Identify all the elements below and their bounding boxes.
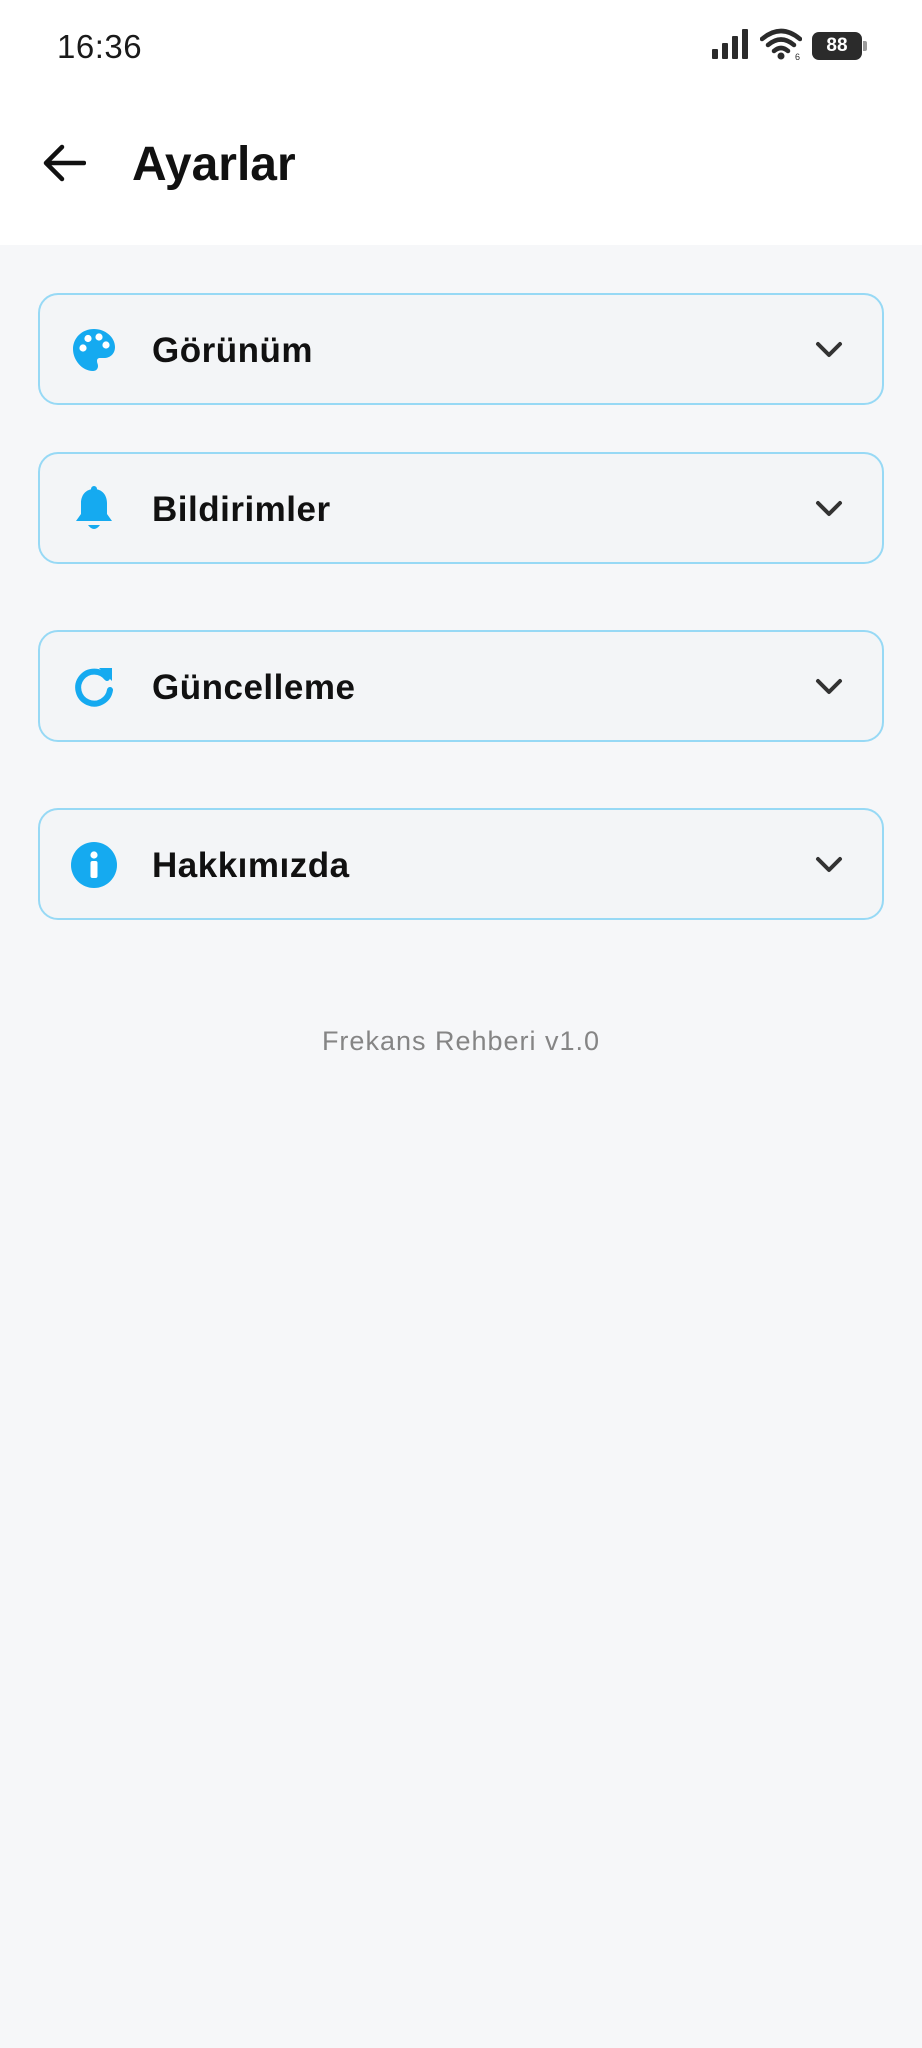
section-label: Görünüm bbox=[152, 331, 313, 370]
chevron-down-icon bbox=[812, 670, 846, 704]
back-button[interactable] bbox=[36, 137, 92, 193]
info-icon bbox=[70, 841, 118, 889]
bell-icon bbox=[70, 485, 118, 533]
section-label: Hakkımızda bbox=[152, 846, 350, 885]
refresh-icon bbox=[70, 663, 118, 711]
chevron-down-icon bbox=[812, 848, 846, 882]
battery-icon: 88 bbox=[812, 32, 867, 60]
section-gorunum[interactable]: Görünüm bbox=[38, 293, 884, 405]
section-label: Güncelleme bbox=[152, 668, 356, 707]
app-version: Frekans Rehberi v1.0 bbox=[321, 1026, 601, 1056]
section-guncelleme[interactable]: Güncelleme bbox=[38, 630, 884, 742]
battery-level: 88 bbox=[826, 35, 848, 56]
page-title: Ayarlar bbox=[132, 138, 296, 191]
section-bildirimler[interactable]: Bildirimler bbox=[38, 452, 884, 564]
status-time: 16:36 bbox=[57, 28, 143, 65]
app-bar: Ayarlar bbox=[0, 95, 922, 245]
svg-text:6: 6 bbox=[795, 52, 800, 60]
arrow-left-icon bbox=[42, 143, 87, 188]
palette-icon bbox=[70, 326, 118, 374]
signal-icon bbox=[712, 28, 750, 64]
chevron-down-icon bbox=[812, 492, 846, 526]
wifi-icon: 6 bbox=[759, 28, 803, 65]
status-icons: 6 88 bbox=[712, 28, 867, 65]
section-hakkimizda[interactable]: Hakkımızda bbox=[38, 808, 884, 920]
section-label: Bildirimler bbox=[152, 490, 331, 529]
status-bar: 16:36 6 88 bbox=[0, 0, 922, 95]
chevron-down-icon bbox=[812, 333, 846, 367]
